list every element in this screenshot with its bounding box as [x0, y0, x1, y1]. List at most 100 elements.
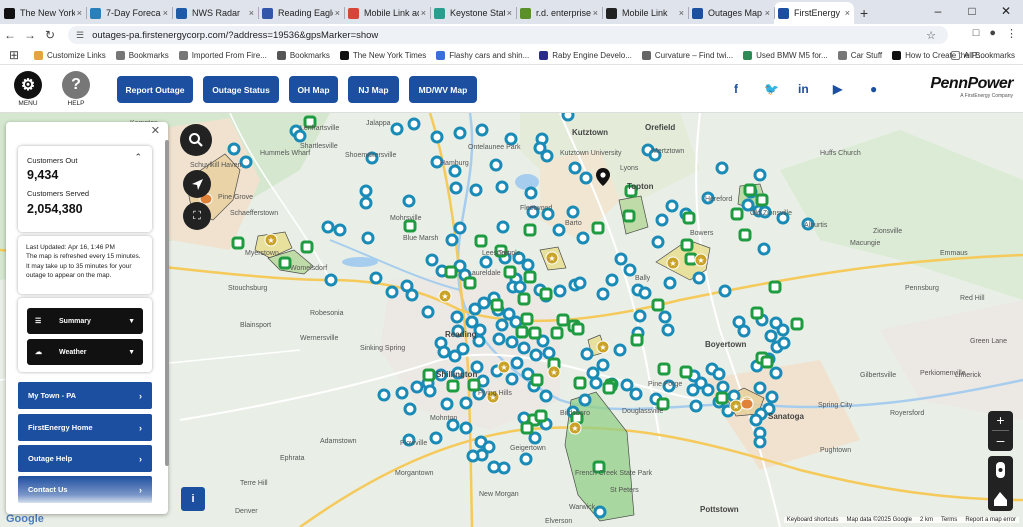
outage-circle-marker[interactable]	[359, 196, 373, 210]
outage-circle-marker[interactable]	[629, 387, 643, 401]
reload-icon[interactable]: ↻	[40, 28, 60, 42]
outage-circle-marker[interactable]	[402, 194, 416, 208]
outage-square-marker[interactable]	[523, 270, 537, 284]
outage-circle-marker[interactable]	[459, 421, 473, 435]
outage-circle-marker[interactable]	[395, 386, 409, 400]
outage-circle-marker[interactable]	[513, 280, 527, 294]
outage-circle-marker[interactable]	[445, 233, 459, 247]
outage-square-marker[interactable]	[530, 373, 544, 387]
browser-tab[interactable]: FirstEnergy Sto×	[774, 2, 854, 24]
search-map-button[interactable]	[180, 124, 212, 156]
outage-square-marker[interactable]	[444, 265, 458, 279]
outage-circle-marker[interactable]	[505, 335, 519, 349]
close-tab-icon[interactable]: ×	[163, 8, 168, 18]
outage-circle-marker[interactable]	[410, 380, 424, 394]
outage-square-marker[interactable]	[231, 236, 245, 250]
back-icon[interactable]: ←	[0, 28, 20, 42]
outage-circle-marker[interactable]	[440, 397, 454, 411]
outage-circle-marker[interactable]	[324, 273, 338, 287]
outage-circle-marker[interactable]	[749, 413, 763, 427]
outage-circle-marker[interactable]	[578, 393, 592, 407]
outage-circle-marker[interactable]	[552, 223, 566, 237]
outage-circle-marker[interactable]	[321, 220, 335, 234]
outage-square-marker[interactable]	[573, 376, 587, 390]
outage-circle-marker[interactable]	[716, 380, 730, 394]
youtube-icon[interactable]: ▶	[833, 82, 842, 96]
bookmark-item[interactable]: The New York Times	[339, 50, 426, 60]
outage-circle-marker[interactable]	[573, 276, 587, 290]
bookmark-star-icon[interactable]: ☆	[926, 29, 936, 42]
outage-square-marker[interactable]	[790, 317, 804, 331]
outage-circle-marker[interactable]	[421, 305, 435, 319]
outage-square-marker[interactable]	[622, 209, 636, 223]
outage-circle-marker[interactable]	[776, 323, 790, 337]
flickr-icon[interactable]: ●	[870, 82, 877, 96]
outage-square-marker[interactable]	[474, 234, 488, 248]
outage-circle-marker[interactable]	[468, 302, 482, 316]
outage-circle-marker[interactable]	[727, 389, 741, 403]
outage-circle-marker[interactable]	[453, 126, 467, 140]
panel-scrollbar[interactable]	[165, 140, 169, 466]
outage-circle-marker[interactable]	[495, 180, 509, 194]
close-tab-icon[interactable]: ×	[335, 8, 340, 18]
outage-square-marker[interactable]	[760, 355, 774, 369]
maximize-icon[interactable]: □	[955, 0, 989, 24]
outage-circle-marker[interactable]	[359, 184, 373, 198]
close-tab-icon[interactable]: ×	[249, 8, 254, 18]
outage-circle-marker[interactable]	[576, 231, 590, 245]
browser-tab[interactable]: Mobile Link ×	[602, 2, 688, 24]
location-pin-icon[interactable]	[596, 168, 610, 186]
bookmark-item[interactable]: Raby Engine Develo...	[539, 50, 632, 60]
outage-circle-marker[interactable]	[369, 271, 383, 285]
weather-dropdown[interactable]: ☁ Weather ▼	[27, 339, 143, 365]
outage-square-marker[interactable]	[467, 378, 481, 392]
outage-circle-marker[interactable]	[524, 186, 538, 200]
apps-icon[interactable]: ⊞	[4, 48, 24, 62]
forward-icon[interactable]: →	[20, 28, 40, 42]
bookmark-item[interactable]: Curvature – Find twi...	[641, 50, 733, 60]
outage-circle-marker[interactable]	[753, 435, 767, 449]
outage-circle-marker[interactable]	[737, 324, 751, 338]
outage-square-marker[interactable]	[738, 228, 752, 242]
minimize-icon[interactable]: –	[921, 0, 955, 24]
browser-tab[interactable]: 7-Day Forecast×	[86, 2, 172, 24]
fullscreen-button[interactable]: ⛶	[183, 202, 211, 230]
outage-square-marker[interactable]	[591, 221, 605, 235]
outage-circle-marker[interactable]	[529, 348, 543, 362]
profile-icon[interactable]: ●	[989, 27, 996, 40]
outage-circle-marker[interactable]	[566, 205, 580, 219]
outage-circle-marker[interactable]	[519, 452, 533, 466]
outage-square-marker[interactable]	[743, 183, 757, 197]
outage-square-marker[interactable]	[715, 391, 729, 405]
outage-square-marker[interactable]	[403, 219, 417, 233]
outage-circle-marker[interactable]	[651, 235, 665, 249]
outage-circle-marker[interactable]	[658, 310, 672, 324]
outage-square-marker[interactable]	[520, 421, 534, 435]
outage-circle-marker[interactable]	[293, 129, 307, 143]
outage-square-marker[interactable]	[571, 322, 585, 336]
outage-circle-marker[interactable]	[448, 164, 462, 178]
outage-circle-marker[interactable]	[661, 323, 675, 337]
outage-circle-marker[interactable]	[469, 183, 483, 197]
browser-tab[interactable]: Keystone State×	[430, 2, 516, 24]
info-button[interactable]: i	[181, 487, 205, 511]
bookmark-item[interactable]: Imported From Fire...	[178, 50, 267, 60]
outage-square-marker[interactable]	[463, 276, 477, 290]
outage-circle-marker[interactable]	[429, 431, 443, 445]
browser-tab[interactable]: Reading Eagle ×	[258, 2, 344, 24]
close-tab-icon[interactable]: ×	[77, 8, 82, 18]
outage-circle-marker[interactable]	[405, 288, 419, 302]
outage-circle-marker[interactable]	[495, 318, 509, 332]
outage-circle-marker[interactable]	[377, 388, 391, 402]
outage-square-marker[interactable]	[503, 265, 517, 279]
report-outage-button[interactable]: Report Outage	[117, 76, 193, 103]
outage-circle-marker[interactable]	[361, 231, 375, 245]
menu-button[interactable]: ⚙	[14, 71, 42, 99]
outage-circle-marker[interactable]	[596, 358, 610, 372]
outage-square-marker[interactable]	[515, 325, 529, 339]
outage-square-marker[interactable]	[534, 409, 548, 423]
outage-circle-marker[interactable]	[589, 376, 603, 390]
zoom-out-button[interactable]: –	[988, 431, 1013, 450]
outage-circle-marker[interactable]	[403, 402, 417, 416]
outage-circle-marker[interactable]	[475, 123, 489, 137]
